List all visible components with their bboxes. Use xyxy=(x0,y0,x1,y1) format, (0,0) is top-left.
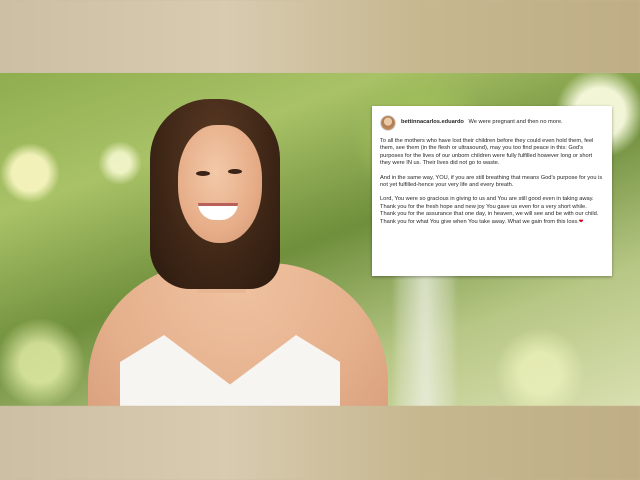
caption-headline: We were pregnant and then no more. xyxy=(468,119,563,126)
instagram-caption-card: bettinnacarlos.eduardo We were pregnant … xyxy=(372,106,612,276)
person-face xyxy=(178,125,262,243)
heart-icon: ❤ xyxy=(578,218,584,225)
post-header: bettinnacarlos.eduardo We were pregnant … xyxy=(380,115,604,131)
left-eye xyxy=(196,171,210,176)
top-blurred-band xyxy=(0,0,640,73)
caption-first-line: bettinnacarlos.eduardo We were pregnant … xyxy=(401,119,563,126)
bottom-blurred-band xyxy=(0,406,640,480)
username[interactable]: bettinnacarlos.eduardo xyxy=(401,119,464,125)
caption-paragraph-2: And in the same way, YOU, if you are sti… xyxy=(380,174,603,189)
right-eye xyxy=(228,169,242,174)
caption-paragraph-3: Lord, You were so gracious in giving to … xyxy=(380,196,604,226)
caption-paragraph-3-text: Lord, You were so gracious in giving to … xyxy=(380,196,599,225)
caption-paragraph-1: To all the mothers who have lost their c… xyxy=(380,138,594,167)
profile-avatar[interactable] xyxy=(380,115,396,131)
